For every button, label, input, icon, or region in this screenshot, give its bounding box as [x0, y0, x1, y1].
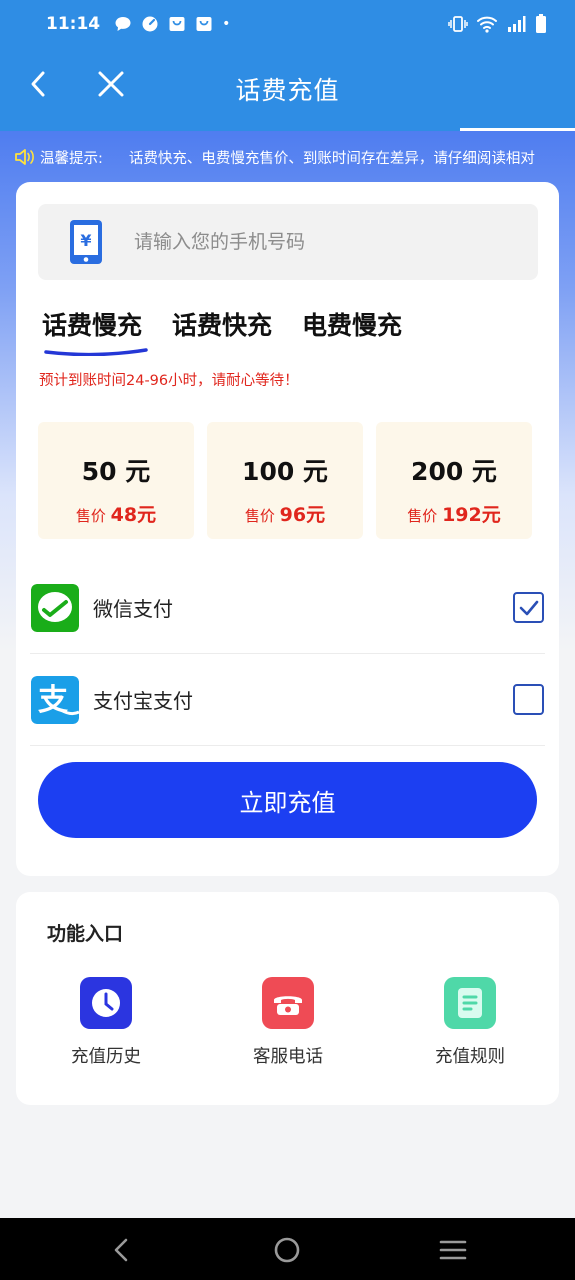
recharge-history-entry[interactable]: 充值历史	[46, 977, 166, 1068]
tab-slow-electricity-recharge[interactable]: 电费慢充	[302, 306, 402, 342]
speaker-icon	[15, 149, 34, 165]
payment-method-wechat[interactable]: 微信支付	[30, 562, 545, 654]
arrival-time-notice: 预计到账时间24-96小时，请耐心等待！	[39, 373, 299, 389]
document-icon	[444, 977, 496, 1029]
option-price-value: 192元	[442, 504, 501, 526]
payment-method-alipay[interactable]: 支 支付宝支付	[30, 654, 545, 746]
checkmark-icon	[519, 600, 538, 615]
tab-label: 话费慢充	[42, 311, 143, 340]
chat-bubble-icon	[115, 16, 131, 31]
telephone-icon	[262, 977, 314, 1029]
function-label: 充值规则	[435, 1047, 505, 1067]
signal-icon	[508, 15, 526, 32]
wifi-icon	[477, 16, 497, 33]
payment-method-name: 支付宝支付	[93, 689, 193, 713]
option-amount: 50 元	[81, 457, 151, 486]
option-price: 售价 48元	[75, 504, 157, 526]
wechat-checkbox[interactable]	[513, 592, 544, 623]
phone-yuan-icon: ¥	[70, 220, 102, 264]
system-navigation-bar	[0, 1218, 575, 1280]
recharge-now-button[interactable]: 立即充值	[38, 762, 537, 838]
function-entry-card: 功能入口 充值历史 客服电话 充值规则	[16, 892, 559, 1105]
payment-method-name: 微信支付	[93, 597, 173, 621]
tab-label: 电费慢充	[302, 311, 403, 340]
battery-icon	[536, 13, 546, 33]
wechat-pay-icon	[31, 583, 79, 632]
nav-home-icon[interactable]	[272, 1236, 302, 1264]
tab-fast-phone-recharge[interactable]: 话费快充	[172, 306, 272, 342]
status-bar: 11:14 •	[0, 0, 575, 47]
clock-icon	[80, 977, 132, 1029]
tab-slow-phone-recharge[interactable]: 话费慢充	[42, 306, 148, 356]
nav-back-icon[interactable]	[106, 1236, 136, 1264]
vibrate-icon	[448, 15, 468, 32]
recharge-type-tabs: 话费慢充 话费快充 电费慢充	[42, 306, 402, 356]
notice-text: 话费快充、电费慢充售价、到账时间存在差异，请仔细阅读相对	[128, 150, 535, 167]
notification-icons: •	[114, 15, 230, 33]
option-amount: 100 元	[242, 457, 328, 486]
recharge-rules-entry[interactable]: 充值规则	[410, 977, 530, 1068]
alipay-checkbox[interactable]	[513, 684, 544, 715]
amount-option-200[interactable]: 200 元 售价 192元	[376, 422, 532, 539]
status-time: 11:14	[46, 13, 101, 34]
option-amount: 200 元	[411, 457, 497, 486]
shopping-bag-icon	[169, 16, 185, 31]
page-title: 话费充值	[235, 76, 340, 105]
option-price-value: 48元	[110, 504, 157, 526]
amount-option-100[interactable]: 100 元 售价 96元	[207, 422, 363, 539]
notice-label: 温馨提示:	[40, 150, 103, 167]
option-price: 售价 192元	[407, 504, 501, 526]
customer-service-entry[interactable]: 客服电话	[228, 977, 348, 1068]
function-label: 充值历史	[71, 1047, 141, 1067]
option-price: 售价 96元	[244, 504, 326, 526]
nav-menu-icon[interactable]	[438, 1236, 468, 1264]
option-price-value: 96元	[279, 504, 326, 526]
notification-dot: •	[222, 15, 231, 32]
phone-number-input[interactable]	[134, 231, 494, 253]
amount-options: 50 元 售价 48元 100 元 售价 96元 200 元 售价 192元	[38, 422, 532, 539]
alipay-icon: 支	[31, 675, 79, 724]
gauge-icon	[142, 16, 158, 31]
shopping-bag-icon	[196, 16, 212, 31]
active-tab-underline	[44, 348, 148, 356]
function-label: 客服电话	[253, 1047, 323, 1067]
svg-text:¥: ¥	[80, 231, 91, 250]
system-icons	[448, 13, 547, 34]
notice-bar: 温馨提示: 话费快充、电费慢充售价、到账时间存在差异，请仔细阅读相对	[14, 141, 569, 173]
function-entry-title: 功能入口	[47, 923, 124, 945]
amount-option-50[interactable]: 50 元 售价 48元	[38, 422, 194, 539]
recharge-card: ¥ 话费慢充 话费快充 电费慢充 预计到账时间24-96小时，请耐心等待！ 50…	[16, 182, 559, 876]
app-header: 话费充值	[0, 47, 575, 131]
tab-label: 话费快充	[172, 311, 273, 340]
phone-input-box[interactable]: ¥	[38, 204, 538, 280]
